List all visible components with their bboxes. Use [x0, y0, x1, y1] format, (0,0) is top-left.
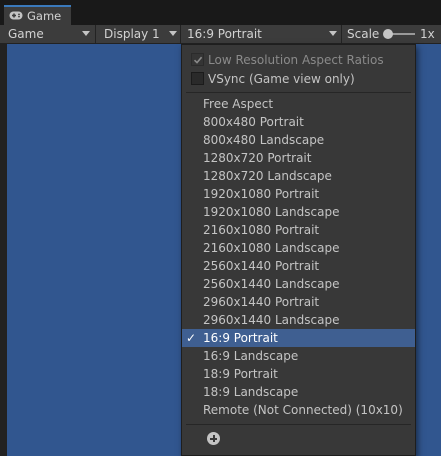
aspect-option-label: Remote (Not Connected) (10x10) [203, 403, 403, 417]
aspect-option-label: 800x480 Landscape [203, 133, 325, 147]
aspect-option-label: 2960x1440 Landscape [203, 313, 340, 327]
low-resolution-label: Low Resolution Aspect Ratios [208, 53, 384, 67]
checkmark-icon [193, 56, 202, 64]
aspect-option-label: 2560x1440 Portrait [203, 259, 320, 273]
aspect-option[interactable]: Remote (Not Connected) (10x10) [182, 401, 415, 419]
tab-label: Game [27, 9, 62, 23]
menu-divider [186, 424, 411, 425]
aspect-option[interactable]: 800x480 Landscape [182, 131, 415, 149]
view-mode-dropdown[interactable]: Game [4, 25, 92, 43]
toolbar-divider [341, 25, 342, 43]
aspect-option-label: 1280x720 Portrait [203, 151, 312, 165]
aspect-label: 16:9 Portrait [187, 27, 262, 41]
aspect-option-label: 1280x720 Landscape [203, 169, 332, 183]
aspect-option[interactable]: ✓ 16:9 Portrait [182, 329, 415, 347]
aspect-option-label: 18:9 Portrait [203, 367, 278, 381]
aspect-option[interactable]: 2560x1440 Landscape [182, 275, 415, 293]
game-toolbar: Game Display 1 16:9 Portrait Scale 1x [0, 25, 441, 44]
aspect-option-label: 2560x1440 Landscape [203, 277, 340, 291]
menu-divider [186, 92, 411, 93]
tab-bar: Game [0, 0, 441, 25]
plus-circle-icon[interactable] [207, 432, 220, 445]
aspect-option-label: 2960x1440 Portrait [203, 295, 320, 309]
scale-value-text: 1x [420, 27, 435, 41]
aspect-option[interactable]: 1280x720 Portrait [182, 149, 415, 167]
left-panel-edge [0, 44, 7, 456]
toolbar-divider [180, 25, 181, 43]
aspect-option-label: 1920x1080 Portrait [203, 187, 320, 201]
aspect-option[interactable]: 2960x1440 Landscape [182, 311, 415, 329]
aspect-option-label: 2160x1080 Portrait [203, 223, 320, 237]
scale-label-text: Scale [347, 27, 380, 41]
toolbar-divider [95, 25, 96, 43]
scale-value: 1x [416, 25, 435, 43]
aspect-option[interactable]: 16:9 Landscape [182, 347, 415, 365]
aspect-option[interactable]: 1920x1080 Portrait [182, 185, 415, 203]
aspect-dropdown-menu: Low Resolution Aspect Ratios VSync (Game… [181, 44, 416, 456]
aspect-option-label: 800x480 Portrait [203, 115, 304, 129]
chevron-down-icon [169, 31, 177, 36]
aspect-option-label: 16:9 Landscape [203, 349, 299, 363]
aspect-option-label: 1920x1080 Landscape [203, 205, 340, 219]
low-resolution-toggle[interactable]: Low Resolution Aspect Ratios [182, 51, 415, 69]
chevron-down-icon [82, 31, 90, 36]
aspect-option[interactable]: 18:9 Landscape [182, 383, 415, 401]
selected-check-icon: ✓ [186, 331, 197, 345]
aspect-option[interactable]: 18:9 Portrait [182, 365, 415, 383]
aspect-option[interactable]: 2560x1440 Portrait [182, 257, 415, 275]
aspect-option-label: 18:9 Landscape [203, 385, 299, 399]
aspect-option[interactable]: 800x480 Portrait [182, 113, 415, 131]
display-dropdown[interactable]: Display 1 [100, 25, 177, 43]
vsync-label: VSync (Game view only) [208, 72, 355, 86]
scale-slider-handle[interactable] [383, 29, 393, 39]
view-mode-label: Game [8, 27, 44, 41]
aspect-option[interactable]: Free Aspect [182, 95, 415, 113]
aspect-option[interactable]: 2160x1080 Landscape [182, 239, 415, 257]
display-label: Display 1 [104, 27, 160, 41]
aspect-option[interactable]: 1280x720 Landscape [182, 167, 415, 185]
chevron-down-icon [329, 31, 337, 36]
aspect-option[interactable]: 2960x1440 Portrait [182, 293, 415, 311]
aspect-dropdown[interactable]: 16:9 Portrait [183, 25, 338, 43]
low-resolution-checkbox[interactable] [191, 53, 204, 66]
aspect-option[interactable]: 2160x1080 Portrait [182, 221, 415, 239]
vsync-checkbox[interactable] [191, 72, 204, 85]
aspect-option-label: 16:9 Portrait [203, 331, 278, 345]
aspect-option-label: Free Aspect [203, 97, 274, 111]
aspect-option[interactable]: 1920x1080 Landscape [182, 203, 415, 221]
scale-label: Scale [343, 25, 379, 43]
tab-game[interactable]: Game [4, 5, 71, 25]
gamepad-icon [9, 9, 27, 23]
aspect-option-label: 2160x1080 Landscape [203, 241, 340, 255]
vsync-toggle[interactable]: VSync (Game view only) [182, 70, 415, 88]
